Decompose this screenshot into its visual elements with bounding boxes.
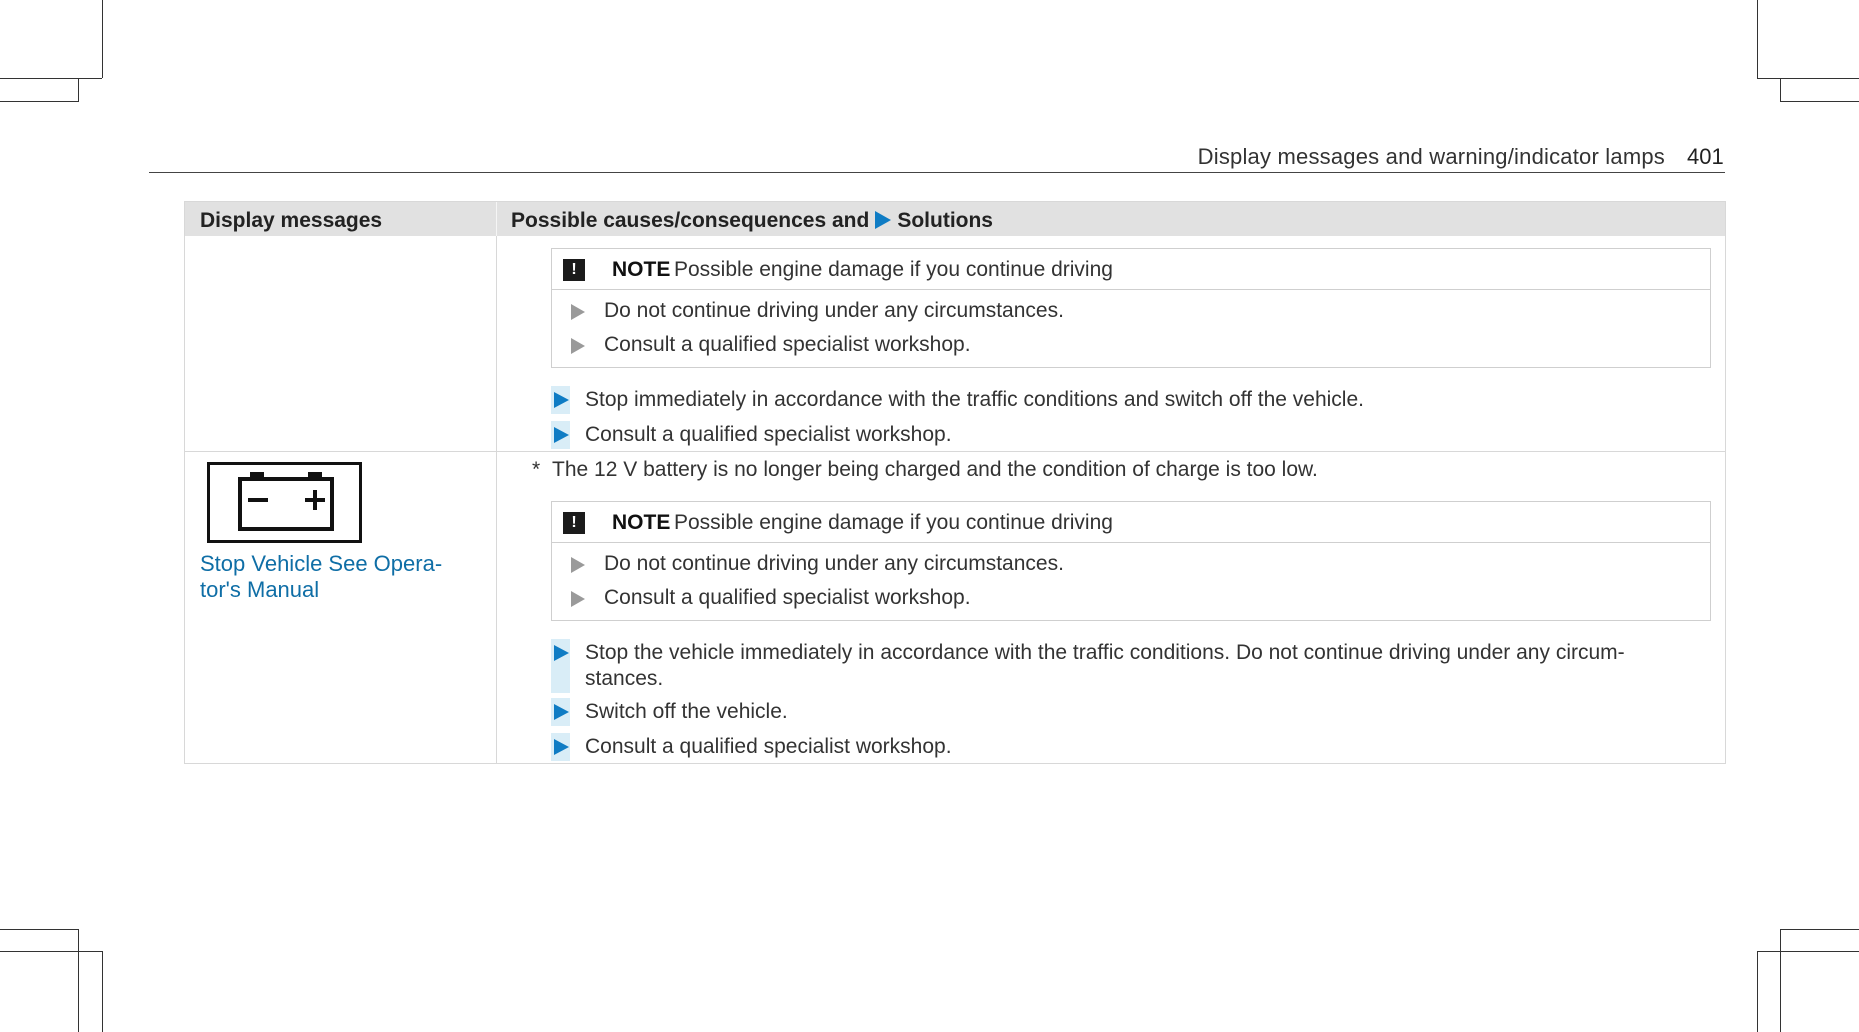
note-keyword: NOTE	[612, 258, 671, 281]
crop-mark	[1757, 0, 1758, 78]
page-number: 401	[1687, 144, 1724, 169]
display-message-line: tor's Manual	[200, 577, 320, 602]
arrow-right-icon	[571, 557, 585, 573]
table-header: Display messages Possible causes/consequ…	[185, 202, 1725, 236]
note-body: Do not continue driving under any circum…	[552, 290, 1710, 367]
header-rule	[149, 172, 1725, 173]
cause-description: The 12 V battery is no longer being char…	[552, 458, 1318, 481]
note-text: Possible engine damage if you continue d…	[674, 258, 1113, 281]
arrow-right-icon	[554, 704, 569, 720]
crop-mark	[78, 78, 79, 102]
crop-mark	[1780, 929, 1781, 1032]
arrow-right-icon	[875, 211, 892, 229]
note-keyword: NOTE	[612, 511, 671, 534]
note-item: Do not continue driving under any circum…	[604, 299, 1064, 322]
column-divider	[496, 236, 497, 763]
row-divider	[185, 451, 1725, 452]
column-header-display-messages: Display messages	[200, 209, 383, 232]
crop-mark	[1757, 951, 1758, 1032]
note-header: ! NOTE Possible engine damage if you con…	[552, 249, 1710, 290]
exclamation-icon: !	[563, 259, 585, 281]
running-header-title: Display messages and warning/indicator l…	[1197, 144, 1665, 169]
arrow-right-icon	[571, 591, 585, 607]
arrow-right-icon	[554, 645, 569, 661]
note-text: Possible engine damage if you continue d…	[674, 511, 1113, 534]
cause-text: * The 12 V battery is no longer being ch…	[532, 458, 1318, 482]
step-text: Stop immediately in accordance with the …	[585, 388, 1364, 411]
step-text: Consult a qualified specialist workshop.	[585, 735, 952, 758]
step-text: Stop the vehicle immediately in accordan…	[585, 641, 1625, 664]
note-box: ! NOTE Possible engine damage if you con…	[551, 248, 1711, 368]
asterisk-marker: *	[532, 458, 541, 481]
column-header-causes: Possible causes/consequences and Solution…	[511, 209, 993, 233]
crop-mark	[0, 951, 102, 952]
crop-mark	[0, 101, 78, 102]
note-header: ! NOTE Possible engine damage if you con…	[552, 502, 1710, 543]
arrow-right-icon	[554, 427, 569, 443]
crop-mark	[1780, 78, 1781, 102]
note-body: Do not continue driving under any circum…	[552, 543, 1710, 620]
crop-mark	[102, 951, 103, 1032]
header-divider	[496, 202, 497, 236]
arrow-right-icon	[554, 392, 569, 408]
note-box: ! NOTE Possible engine damage if you con…	[551, 501, 1711, 621]
display-messages-table: Display messages Possible causes/consequ…	[184, 201, 1726, 764]
crop-mark	[0, 78, 102, 79]
exclamation-icon: !	[563, 512, 585, 534]
display-message-text: Stop Vehicle See Opera- tor's Manual	[200, 551, 480, 603]
column-header-causes-suffix: Solutions	[897, 209, 993, 232]
step-text: Consult a qualified specialist workshop.	[585, 423, 952, 446]
column-header-causes-prefix: Possible causes/consequences and	[511, 209, 870, 232]
arrow-right-icon	[571, 304, 585, 320]
crop-mark	[1757, 78, 1859, 79]
display-message-line: Stop Vehicle See Opera-	[200, 551, 443, 576]
crop-mark	[1757, 951, 1859, 952]
note-item: Consult a qualified specialist workshop.	[604, 333, 971, 356]
step-text: Switch off the vehicle.	[585, 700, 788, 723]
crop-mark	[1780, 101, 1859, 102]
arrow-right-icon	[554, 739, 569, 755]
battery-warning-icon	[207, 462, 362, 543]
crop-mark	[0, 929, 78, 930]
crop-mark	[78, 929, 79, 1032]
crop-mark	[1780, 929, 1859, 930]
note-item: Consult a qualified specialist workshop.	[604, 586, 971, 609]
arrow-right-icon	[571, 338, 585, 354]
step-text-continued: stances.	[585, 667, 664, 690]
note-item: Do not continue driving under any circum…	[604, 552, 1064, 575]
battery-warning-icon-graphic	[238, 472, 334, 531]
crop-mark	[102, 0, 103, 78]
